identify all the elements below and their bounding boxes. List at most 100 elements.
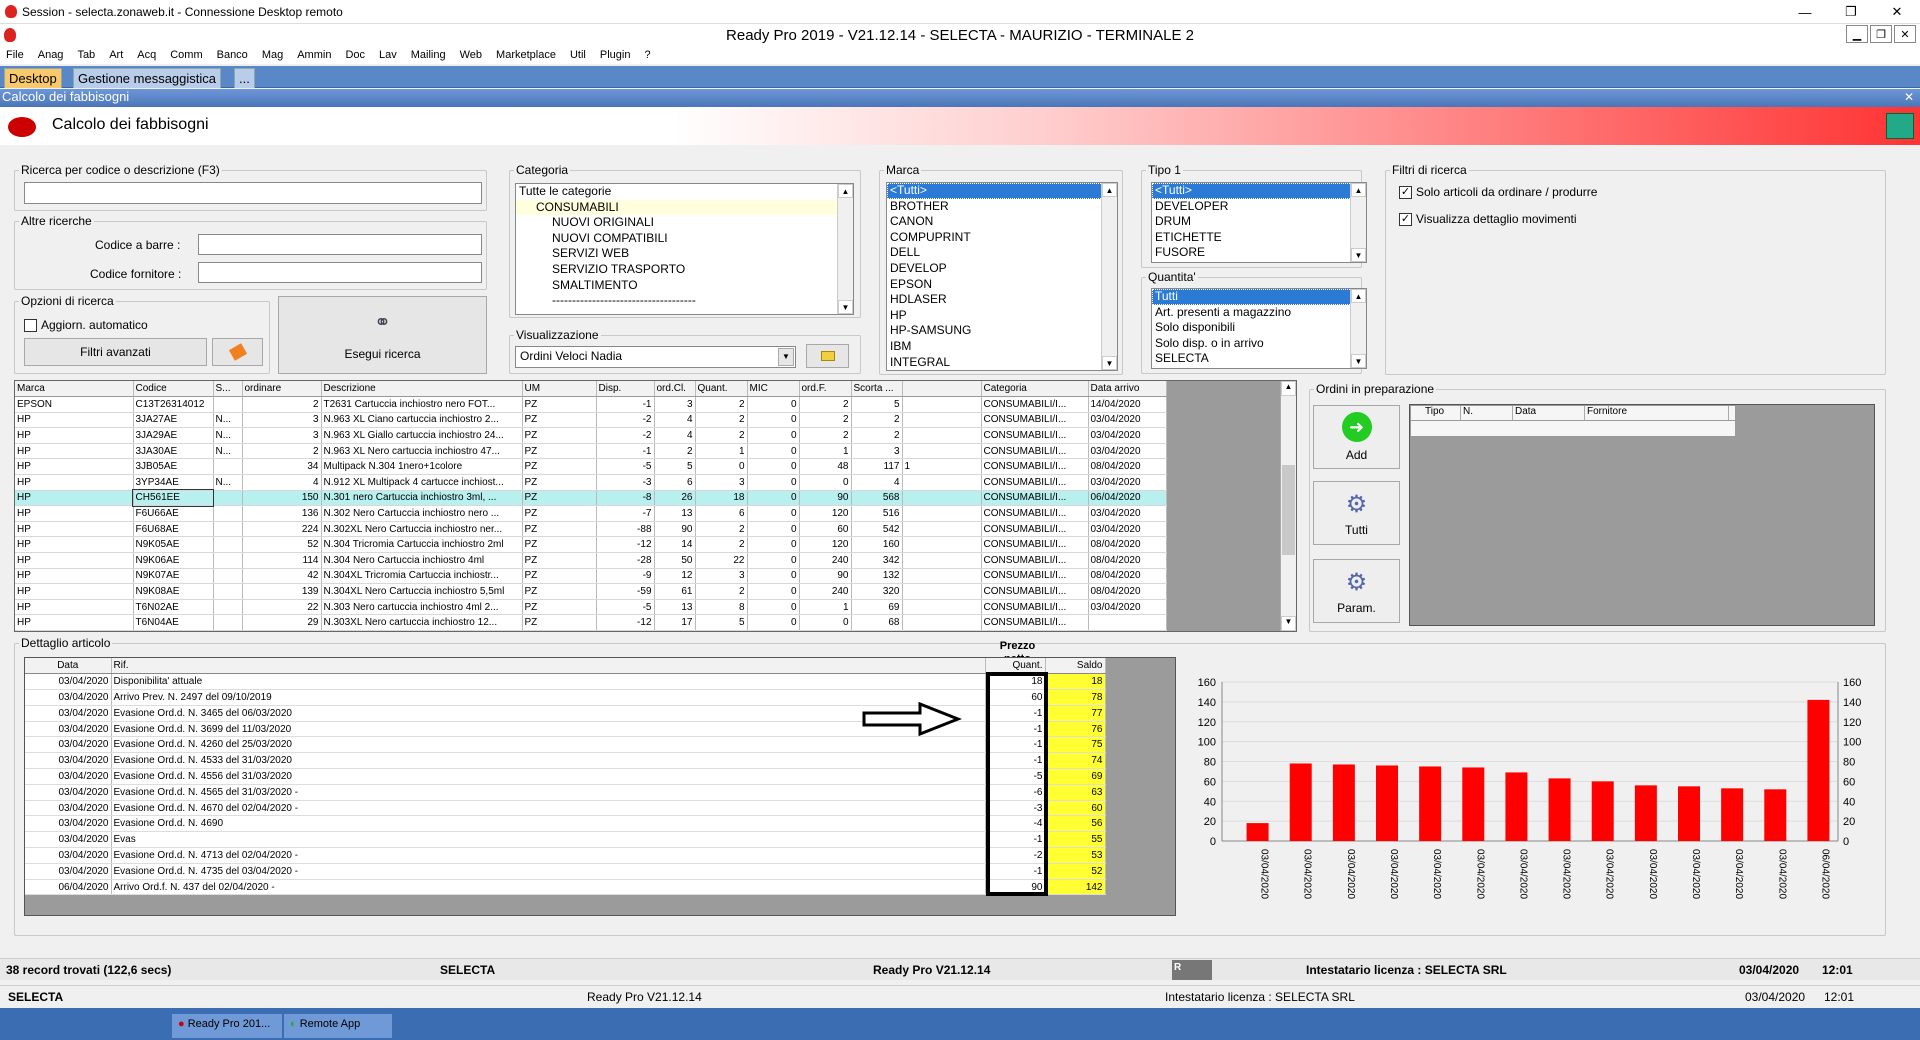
detail-row[interactable]: 06/04/2020 Arrivo Ord.f. N. 437 del 02/04… (25, 879, 1106, 896)
list-item[interactable]: HP-SAMSUNG (887, 323, 1117, 339)
list-item[interactable]: <Tutti> (887, 183, 1117, 199)
list-item[interactable]: HDLASER (887, 292, 1117, 308)
list-item[interactable]: Art. presenti a magazzino (1152, 305, 1366, 321)
chevron-down-icon[interactable]: ▼ (838, 300, 853, 314)
list-item[interactable]: CANON (887, 214, 1117, 230)
table-row[interactable]: HP N9K07AE 42 N.304XL Tricromia Cartuccia i… (15, 568, 1167, 585)
list-item[interactable]: BROTHER (887, 199, 1117, 215)
grid-scroll-thumb[interactable] (1282, 465, 1295, 555)
chevron-down-icon[interactable]: ▼ (1281, 616, 1296, 631)
list-item[interactable]: SMALTIMENTO (516, 278, 853, 294)
menu-item[interactable]: Acq (137, 49, 156, 61)
table-row[interactable]: HP T6N04AE 29 N.303XL Nero cartuccia inchio… (15, 614, 1167, 631)
menu-item[interactable]: Art (109, 49, 123, 61)
list-item[interactable]: DEVELOPER (1152, 199, 1366, 215)
chevron-up-icon[interactable]: ▲ (1351, 289, 1366, 303)
detail-row[interactable]: 03/04/2020 Evasione Ord.d. N. 4260 del 25… (25, 736, 1106, 754)
menu-item[interactable]: Marketplace (496, 49, 556, 61)
tab-desktop[interactable]: Desktop (4, 68, 62, 88)
list-item[interactable]: SELECTA (1152, 351, 1366, 367)
column-header[interactable]: Quant. (695, 381, 748, 398)
menu-item[interactable]: Ammin (297, 49, 331, 61)
table-row[interactable]: HP 3JA29AE N... 3 N.963 XL Giallo cartuccia … (15, 427, 1167, 444)
chevron-up-icon[interactable]: ▲ (838, 184, 853, 198)
chevron-down-icon[interactable]: ▼ (1351, 248, 1366, 262)
ordini-column-header[interactable]: Tipo (1411, 406, 1461, 420)
menu-item[interactable]: ? (644, 49, 650, 61)
ordini-column-header[interactable]: Fornitore (1585, 406, 1729, 420)
detail-column-header[interactable]: Saldo (1045, 658, 1106, 675)
barcode-input[interactable] (198, 234, 482, 255)
visualizzazione-select[interactable]: Ordini Veloci Nadia ▼ (515, 346, 796, 368)
tab-more[interactable]: ... (234, 68, 255, 88)
listbox-scrollbar[interactable]: ▲ ▼ (1101, 183, 1117, 370)
column-header[interactable]: S... (213, 381, 243, 398)
list-item[interactable]: IBM (887, 339, 1117, 355)
listbox-scrollbar[interactable]: ▲ ▼ (837, 184, 853, 314)
chevron-down-icon[interactable]: ▼ (778, 348, 794, 366)
listbox-scrollbar[interactable]: ▲ ▼ (1350, 183, 1366, 262)
detail-row[interactable]: 03/04/2020 Disponibilita' attuale 18 18 (25, 673, 1106, 691)
detail-row[interactable]: 03/04/2020 Evasione Ord.d. N. 4690 -4 56 (25, 815, 1106, 833)
chevron-down-icon[interactable]: ▼ (1102, 356, 1117, 370)
table-row[interactable]: HP F6U68AE 224 N.302XL Nero Cartuccia inchi… (15, 521, 1167, 538)
table-row[interactable]: HP N9K06AE 114 N.304 Nero Cartuccia inchios… (15, 552, 1167, 569)
list-item[interactable]: <Tutti> (1152, 183, 1366, 199)
list-item[interactable]: Solo disp. o in arrivo (1152, 336, 1366, 352)
menu-item[interactable]: Lav (379, 49, 397, 61)
table-row[interactable]: HP 3JA27AE N... 3 N.963 XL Ciano cartuccia i… (15, 412, 1167, 429)
list-item[interactable]: NUOVI COMPATIBILI (516, 231, 853, 247)
menu-item[interactable]: Util (570, 49, 586, 61)
table-row[interactable]: HP 3JB05AE 34 Multipack N.304 1nero+1colore… (15, 458, 1167, 476)
tab-gestione-messaggistica[interactable]: Gestione messaggistica (73, 68, 222, 88)
list-item[interactable]: SERVIZI WEB (516, 246, 853, 262)
list-item[interactable]: INTEGRAL (887, 355, 1117, 370)
category-tree[interactable]: Tutte le categorie CONSUMABILI NUOVI ORIGI… (515, 183, 854, 315)
column-header[interactable]: MIC (747, 381, 800, 398)
list-item[interactable]: EPSON (887, 277, 1117, 293)
table-row[interactable]: HP T6N02AE 22 N.303 Nero cartuccia inchiost… (15, 599, 1167, 616)
menu-item[interactable]: Anag (38, 49, 64, 61)
list-item[interactable]: Tutti (1152, 289, 1366, 305)
table-row[interactable]: HP 3JA30AE N... 2 N.963 XL Nero cartuccia in… (15, 443, 1167, 460)
app-close-button[interactable]: ✕ (1894, 25, 1916, 43)
column-header[interactable]: ord.F. (799, 381, 852, 398)
marca-listbox[interactable]: <Tutti> BROTHER CANON COMPUPRINT DELL DEVELOP… (886, 182, 1118, 371)
supplier-code-input[interactable] (198, 262, 482, 283)
list-item[interactable]: FUSORE (1152, 245, 1366, 261)
menu-item[interactable]: Mag (262, 49, 283, 61)
detail-row[interactable]: 03/04/2020 Evasione Ord.d. N. 4735 del 03… (25, 863, 1106, 880)
search-input[interactable] (24, 182, 482, 204)
list-item[interactable]: HP (887, 308, 1117, 324)
detail-row[interactable]: 03/04/2020 Evasione Ord.d. N. 4565 del 31… (25, 784, 1106, 801)
table-row[interactable]: HP N9K05AE 52 N.304 Tricromia Cartuccia inc… (15, 536, 1167, 554)
column-header[interactable]: ordinare (242, 381, 322, 398)
detail-row[interactable]: 03/04/2020 Evasione Ord.d. N. 4556 del 31… (25, 768, 1106, 785)
app-minimize-button[interactable]: ▁ (1846, 25, 1868, 43)
detail-row[interactable]: 03/04/2020 Evas -1 55 (25, 831, 1106, 849)
window-close-icon[interactable]: ✕ (1904, 90, 1914, 104)
list-item[interactable]: DEVELOP (887, 261, 1117, 277)
column-header[interactable]: UM (522, 381, 597, 398)
chart-icon[interactable] (1886, 113, 1914, 139)
menu-item[interactable]: Tab (77, 49, 95, 61)
advanced-filters-button[interactable]: Filtri avanzati (24, 338, 207, 366)
detail-row[interactable]: 03/04/2020 Evasione Ord.d. N. 4713 del 02… (25, 847, 1106, 864)
minimize-button[interactable]: — (1782, 0, 1828, 24)
column-header[interactable] (902, 381, 982, 398)
table-row[interactable]: HP N9K08AE 139 N.304XL Nero Cartuccia inchi… (15, 583, 1167, 600)
detail-row[interactable]: 03/04/2020 Evasione Ord.d. N. 4670 del 02… (25, 800, 1106, 817)
list-item[interactable]: CONSUMABILI (516, 199, 853, 216)
quantita-listbox[interactable]: Tutti Art. presenti a magazzino Solo dispo… (1151, 288, 1367, 369)
menu-item[interactable]: File (6, 49, 24, 61)
chevron-up-icon[interactable]: ▲ (1281, 381, 1296, 396)
restore-button[interactable]: ❐ (1828, 0, 1874, 24)
list-item[interactable]: DELL (887, 245, 1117, 261)
table-row[interactable]: HP CH561EE 150 N.301 nero Cartuccia inchios… (15, 489, 1167, 507)
listbox-scrollbar[interactable]: ▲ ▼ (1350, 289, 1366, 368)
menu-item[interactable]: Comm (170, 49, 202, 61)
list-item[interactable]: NUOVI ORIGINALI (516, 215, 853, 231)
column-header[interactable]: ord.Cl. (654, 381, 696, 398)
menu-item[interactable]: Web (460, 49, 482, 61)
run-search-button[interactable]: ⚭ Esegui ricerca (278, 296, 487, 374)
